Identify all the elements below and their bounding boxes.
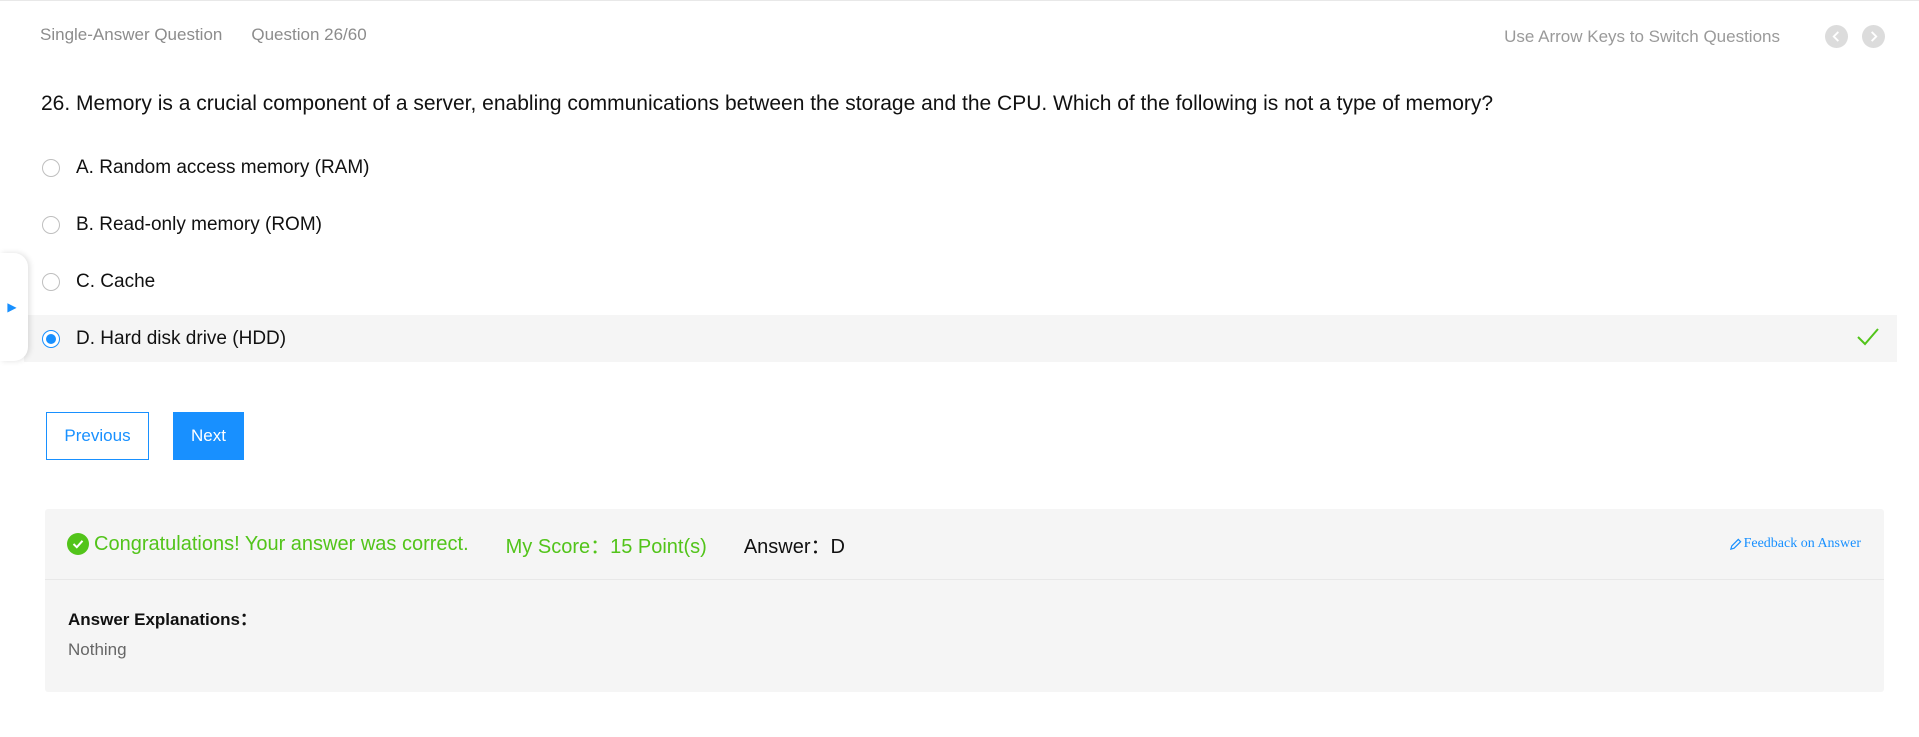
- arrow-keys-hint: Use Arrow Keys to Switch Questions: [1504, 26, 1780, 46]
- option-b[interactable]: B. Read-only memory (ROM): [24, 201, 1897, 248]
- option-d-radio[interactable]: [42, 329, 60, 348]
- correct-answer-text: Answer：D: [743, 535, 845, 558]
- result-summary: Congratulations! Your answer was correct…: [45, 509, 1884, 580]
- previous-button[interactable]: Previous: [46, 412, 149, 460]
- play-triangle-icon: ▶: [7, 300, 17, 314]
- question-text: 26. Memory is a crucial component of a s…: [41, 92, 1494, 115]
- question-meta: Single-Answer Question Question 26/60: [40, 25, 367, 45]
- option-c-radio[interactable]: [42, 272, 60, 291]
- previous-question-arrow[interactable]: [1825, 25, 1848, 48]
- result-panel: Congratulations! Your answer was correct…: [45, 509, 1884, 692]
- explanation-body: Nothing: [68, 640, 127, 659]
- quiz-page: Single-Answer Question Question 26/60 Us…: [0, 0, 1919, 737]
- next-question-arrow[interactable]: [1862, 25, 1885, 48]
- success-message: Congratulations! Your answer was correct…: [94, 532, 469, 555]
- chevron-left-icon: [1832, 31, 1839, 42]
- option-c[interactable]: C. Cache: [24, 258, 1897, 305]
- option-d[interactable]: D. Hard disk drive (HDD): [24, 315, 1897, 362]
- question-progress: Question 26/60: [251, 25, 367, 44]
- option-a[interactable]: A. Random access memory (RAM): [24, 144, 1897, 191]
- feedback-link-label: Feedback on Answer: [1743, 536, 1861, 551]
- option-a-radio[interactable]: [42, 158, 60, 177]
- correct-check-icon: [1857, 328, 1879, 346]
- question-type-label: Single-Answer Question: [40, 25, 223, 44]
- edit-pencil-icon: [1729, 538, 1742, 550]
- option-c-label: C. Cache: [76, 270, 156, 292]
- option-a-label: A. Random access memory (RAM): [76, 156, 370, 178]
- score-text: My Score：15 Point(s): [505, 535, 707, 558]
- chevron-right-icon: [1871, 31, 1878, 42]
- option-b-radio[interactable]: [42, 215, 60, 234]
- next-button[interactable]: Next: [173, 412, 244, 460]
- feedback-link[interactable]: Feedback on Answer: [1729, 536, 1861, 552]
- option-b-label: B. Read-only memory (ROM): [76, 213, 322, 235]
- explanation-title: Answer Explanations：: [68, 610, 257, 629]
- side-panel-toggle[interactable]: ▶: [0, 253, 28, 361]
- success-check-icon: [67, 533, 89, 555]
- question-navigation: Use Arrow Keys to Switch Questions: [1504, 25, 1885, 48]
- option-d-label: D. Hard disk drive (HDD): [76, 327, 287, 349]
